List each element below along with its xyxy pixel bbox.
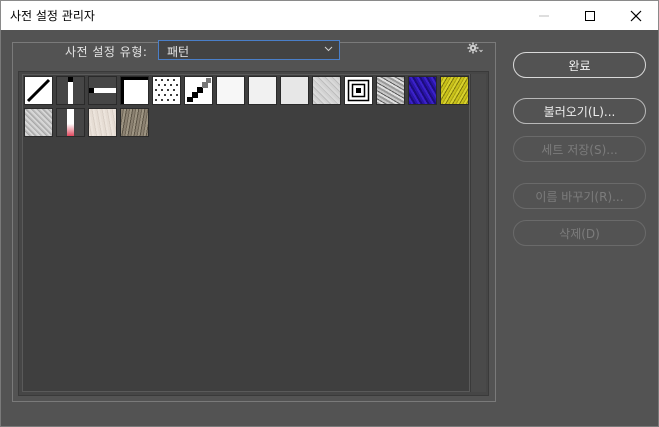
minimize-icon [539, 15, 549, 17]
preset-type-value: 패턴 [167, 45, 190, 59]
pattern-swatch-gray-marble[interactable] [376, 76, 405, 105]
pattern-swatch-white-1[interactable] [216, 76, 245, 105]
pattern-swatch-light-gray[interactable] [280, 76, 309, 105]
preset-type-label: 사전 설정 유형: [63, 43, 150, 60]
window-title: 사전 설정 관리자 [10, 9, 95, 23]
pattern-swatch-dots[interactable] [152, 76, 181, 105]
pattern-swatch-beige-paper[interactable] [88, 108, 117, 137]
load-button[interactable]: 불러오기(L)... [513, 98, 646, 124]
pattern-swatch-diagonal-line[interactable] [24, 76, 53, 105]
pattern-swatch-brown-stone[interactable] [120, 108, 149, 137]
pattern-swatch-yellow-texture[interactable] [440, 76, 469, 105]
close-button[interactable] [613, 1, 659, 31]
pattern-swatch-red-gradient[interactable] [56, 108, 85, 137]
close-icon [630, 10, 642, 22]
chevron-down-icon [324, 46, 333, 52]
gear-icon[interactable] [467, 42, 483, 54]
pattern-swatch-white-2[interactable] [248, 76, 277, 105]
maximize-button[interactable] [567, 1, 613, 31]
pattern-swatch-gray-granite[interactable] [24, 108, 53, 137]
done-button[interactable]: 완료 [513, 52, 646, 78]
rename-button[interactable]: 이름 바꾸기(R)... [513, 183, 646, 209]
pattern-list-scrollbar[interactable] [470, 74, 486, 392]
minimize-button[interactable] [521, 1, 567, 31]
save-set-button[interactable]: 세트 저장(S)... [513, 136, 646, 162]
pattern-swatch-purple-texture[interactable] [408, 76, 437, 105]
delete-button[interactable]: 삭제(D) [513, 220, 646, 246]
pattern-swatch-concentric-squares[interactable] [344, 76, 373, 105]
pattern-swatch-gray-noise[interactable] [312, 76, 341, 105]
pattern-swatch-horizontal-bar[interactable] [88, 76, 117, 105]
pattern-swatch-diagonal-stair[interactable] [184, 76, 213, 105]
preset-type-select[interactable]: 패턴 [158, 40, 340, 60]
pattern-swatch-white-square[interactable] [120, 76, 149, 105]
title-bar: 사전 설정 관리자 [0, 0, 659, 30]
pattern-swatch-vertical-bar[interactable] [56, 76, 85, 105]
maximize-icon [585, 11, 595, 21]
